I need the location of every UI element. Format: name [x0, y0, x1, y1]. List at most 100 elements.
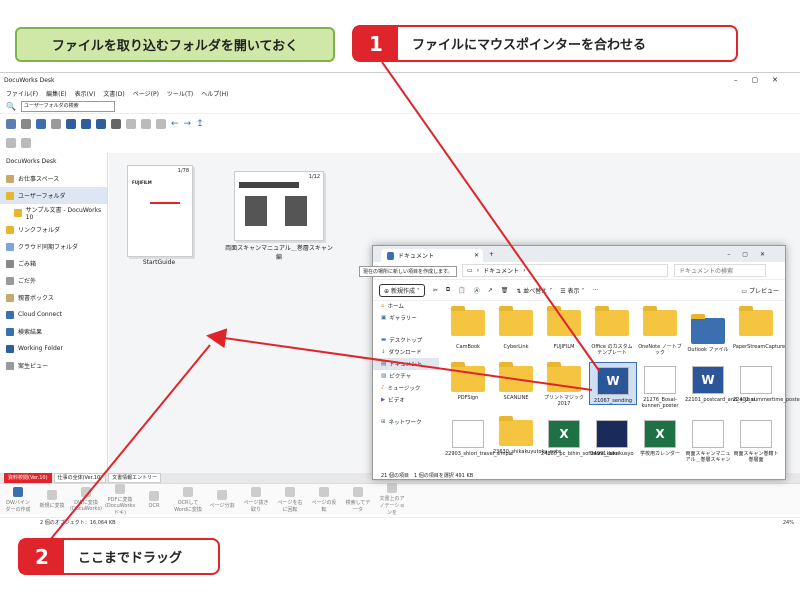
- window-controls[interactable]: –▢✕: [727, 251, 777, 258]
- paste-icon[interactable]: 📋: [458, 287, 465, 294]
- tree-item[interactable]: クラウド同期フォルダ: [0, 238, 107, 255]
- share-icon[interactable]: ↗: [488, 287, 493, 294]
- file-item[interactable]: 22903_shiori_travel_simple: [445, 420, 513, 457]
- nav-item[interactable]: ▬ デスクトップ: [373, 334, 439, 346]
- nav-item[interactable]: ▶ ビデオ: [373, 394, 439, 406]
- tree-item[interactable]: DocuWorks Desk: [0, 153, 107, 170]
- delete-icon[interactable]: 🗑: [501, 287, 509, 294]
- upload-icon[interactable]: [141, 119, 151, 129]
- nav-item-selected[interactable]: ▤ ドキュメント: [373, 358, 439, 370]
- scan-icon[interactable]: [126, 119, 136, 129]
- ribbon-button[interactable]: DWバインダーの作成: [4, 486, 32, 513]
- nav-item[interactable]: ⊞ ネットワーク: [373, 416, 439, 428]
- ribbon-button[interactable]: PDFに変換(DocuWorks ドキ): [105, 483, 135, 516]
- copy-icon[interactable]: ⧉: [446, 286, 450, 294]
- ribbon-button[interactable]: ページの反転: [310, 486, 338, 513]
- ribbon-button[interactable]: 新規に変換: [38, 490, 66, 509]
- display-icon[interactable]: [66, 119, 76, 129]
- more-icon[interactable]: ···: [592, 287, 598, 294]
- menu-file[interactable]: ファイル(F): [6, 89, 38, 98]
- file-item[interactable]: プリントマジック 2017: [541, 362, 587, 407]
- tree-item[interactable]: 親書ボックス: [0, 289, 107, 306]
- file-item[interactable]: 23630_shikakuyutoku_note: [493, 416, 561, 455]
- tree-item-selected[interactable]: ユーザーフォルダ: [0, 187, 107, 204]
- file-item[interactable]: FUJIFILM: [541, 318, 587, 350]
- folder-icon[interactable]: [36, 119, 46, 129]
- view-icon[interactable]: [6, 119, 16, 129]
- search-input[interactable]: ドキュメントの検索: [674, 264, 767, 277]
- explorer-tab[interactable]: ドキュメント ✕: [381, 249, 483, 262]
- print-icon[interactable]: [21, 119, 31, 129]
- view-button[interactable]: ☰ 表示 ˅: [560, 286, 584, 295]
- preview-button[interactable]: ▭ プレビュー: [741, 286, 779, 295]
- back-arrow-icon[interactable]: ←: [171, 119, 179, 129]
- ribbon-button[interactable]: OCRしてWordに変換: [174, 486, 202, 513]
- menu-page[interactable]: ページ(P): [133, 89, 159, 98]
- tray-tab[interactable]: 文書情報エントリー: [108, 473, 162, 483]
- ribbon-button[interactable]: 文書上のアノテーションを: [378, 483, 406, 516]
- window-controls[interactable]: –▢✕: [734, 76, 792, 84]
- sort-button[interactable]: ⇅ 並べ替え ˅: [516, 286, 552, 295]
- file-item[interactable]: 22402_summertime_poster: [733, 366, 800, 403]
- menu-edit[interactable]: 編集(E): [46, 89, 66, 98]
- file-item[interactable]: SCANLINE: [493, 362, 539, 401]
- file-item[interactable]: 両面スキャンマニュアル＿巻層スキャン: [685, 420, 731, 463]
- file-item[interactable]: Office のカスタム テンプレート: [589, 318, 635, 356]
- tree-item[interactable]: リンクフォルダ: [0, 221, 107, 238]
- ribbon-button[interactable]: ページ抜き取り: [242, 486, 270, 513]
- nav-item[interactable]: ↓ ダウンロード: [373, 346, 439, 358]
- breadcrumb[interactable]: ▭ › ドキュメント ›: [462, 264, 669, 277]
- menu-tools[interactable]: ツール(T): [167, 89, 193, 98]
- new-tab-icon[interactable]: +: [489, 251, 494, 258]
- document-startguide[interactable]: 1/78 FUJIFILM: [127, 165, 193, 257]
- file-item[interactable]: X 学校用カレンダー: [637, 420, 683, 457]
- tool-icon-a[interactable]: [6, 138, 16, 148]
- file-item[interactable]: Outlook ファイル: [685, 314, 731, 353]
- tree-item[interactable]: Working Folder: [0, 340, 107, 357]
- close-icon[interactable]: ✕: [474, 252, 479, 259]
- file-item[interactable]: CamBook: [445, 318, 491, 350]
- nav-item[interactable]: ⌂ ホーム: [373, 300, 439, 312]
- tree-item[interactable]: お仕事スペース: [0, 170, 107, 187]
- tool-icon-b[interactable]: [21, 138, 31, 148]
- nav-item[interactable]: ▣ ギャラリー: [373, 312, 439, 324]
- tree-item[interactable]: サンプル文書 - DocuWorks 10: [0, 204, 107, 221]
- document-scan-manual[interactable]: 1/12: [234, 171, 324, 241]
- split-icon[interactable]: [111, 119, 121, 129]
- menu-help[interactable]: ヘルプ(H): [201, 89, 228, 98]
- forward-arrow-icon[interactable]: →: [184, 119, 192, 129]
- ribbon-button[interactable]: OCR: [140, 490, 168, 509]
- ribbon-button[interactable]: 検索してデータ: [344, 486, 372, 513]
- file-item-selected[interactable]: W 21067_sending: [589, 362, 637, 405]
- menu-view[interactable]: 表示(V): [75, 89, 96, 98]
- new-button[interactable]: ⊕ 新規作成 ˅: [379, 283, 425, 297]
- file-item[interactable]: W 22101_postcard_and_a_jisai: [685, 366, 755, 403]
- file-item[interactable]: 両面スキャン巻籍ト巻層面: [733, 420, 779, 463]
- file-item[interactable]: X 24860_pc_bihin_software_kanri: [541, 420, 619, 457]
- layout-icon[interactable]: [81, 119, 91, 129]
- file-item[interactable]: OneNote ノートブック: [637, 318, 683, 356]
- file-item[interactable]: PDFSign: [445, 362, 491, 401]
- cut-icon[interactable]: ✂: [433, 287, 438, 294]
- file-item[interactable]: PaperStreamCapture: [733, 318, 785, 350]
- nav-item[interactable]: ♪ ミュージック: [373, 382, 439, 394]
- file-item[interactable]: 24991_kikakusyo: [589, 420, 635, 457]
- menu-document[interactable]: 文書(D): [103, 89, 124, 98]
- copy-icon[interactable]: [51, 119, 61, 129]
- tray-tab[interactable]: 仕事の全体(Ver.10): [53, 473, 107, 483]
- tree-item[interactable]: 検索結果: [0, 323, 107, 340]
- tree-item[interactable]: 案生ピュー: [0, 357, 107, 374]
- nav-item[interactable]: ▨ ピクチャ: [373, 370, 439, 382]
- tree-item[interactable]: Cloud Connect: [0, 306, 107, 323]
- zoom-icon[interactable]: [96, 119, 106, 129]
- search-box[interactable]: ユーザーフォルダの検索: [20, 100, 115, 112]
- rename-icon[interactable]: Ⓐ: [474, 286, 480, 295]
- up-arrow-icon[interactable]: ↥: [196, 119, 204, 129]
- ribbon-button[interactable]: ページを右に回転: [276, 486, 304, 513]
- ribbon-button[interactable]: DWに変換(DocuWorks): [70, 487, 102, 512]
- share-icon[interactable]: [156, 119, 166, 129]
- file-item[interactable]: CyberLink: [493, 318, 539, 350]
- tree-item[interactable]: ごだ外: [0, 272, 107, 289]
- ribbon-button[interactable]: ページ分割: [208, 490, 236, 509]
- tray-tab[interactable]: 資料校閲(Ver.10): [4, 473, 52, 483]
